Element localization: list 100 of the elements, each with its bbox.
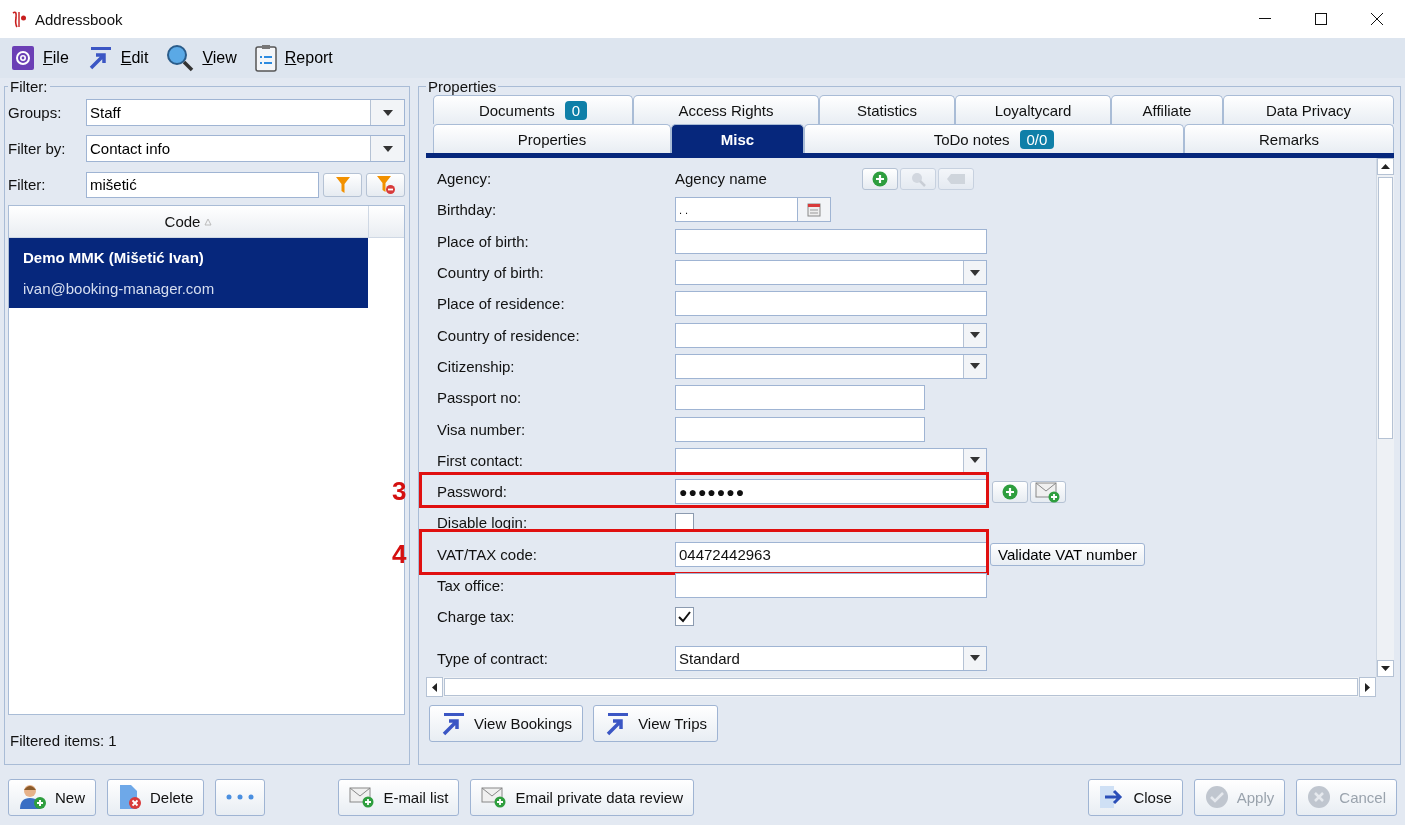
app-logo-icon	[11, 10, 27, 28]
field-label: Place of birth:	[437, 232, 530, 250]
view-button[interactable]: View Trips	[593, 705, 719, 742]
field-label: Filter:	[8, 176, 47, 193]
checkbox[interactable]	[675, 607, 694, 627]
dropdown-caret-icon	[970, 269, 980, 276]
check-circle-icon	[1204, 785, 1229, 809]
dropdown[interactable]	[675, 353, 987, 379]
field-label: Groups:	[8, 104, 63, 121]
date-field[interactable]: . .	[675, 197, 798, 223]
tab[interactable]: Documents 0	[433, 95, 633, 124]
tab[interactable]: Statistics	[819, 95, 955, 124]
action-button[interactable]: E-mail list	[338, 778, 460, 816]
contact-email: ivan@booking-manager.com	[23, 280, 216, 297]
scroll-down-icon[interactable]	[1381, 666, 1390, 671]
menu-item[interactable]: Report	[254, 44, 333, 72]
dropdown[interactable]	[675, 322, 987, 348]
tab[interactable]: Data Privacy	[1223, 95, 1394, 124]
window-title: Addressbook	[35, 10, 123, 28]
arrow-icon	[604, 711, 631, 736]
text-field[interactable]: 04472442963	[675, 541, 987, 567]
envelope-plus-icon	[481, 786, 508, 808]
apply-filter-button[interactable]	[323, 172, 362, 197]
dropdown[interactable]: Contact info	[86, 135, 405, 162]
action-button[interactable]: Close	[1088, 778, 1183, 816]
field-label: Country of birth:	[437, 264, 545, 282]
field-label: Tax office:	[437, 577, 506, 594]
password-field[interactable]: ●●●●●●●	[675, 479, 987, 505]
vertical-scrollbar[interactable]	[1376, 158, 1394, 677]
cancel-circle-icon	[1307, 785, 1332, 809]
tab[interactable]: Properties	[433, 124, 671, 153]
dropdown-caret-icon	[970, 457, 980, 464]
field-label: Filter by:	[8, 140, 67, 157]
menu-item[interactable]: File	[11, 45, 69, 71]
menu-item[interactable]: Edit	[86, 46, 149, 70]
field-label: VAT/TAX code:	[437, 545, 539, 563]
field-label: Type of contract:	[437, 649, 549, 667]
arrow-icon	[440, 711, 466, 736]
dots-icon	[226, 794, 255, 800]
add-button[interactable]	[861, 167, 898, 190]
field-label: Passport no:	[437, 389, 523, 407]
scroll-up-icon[interactable]	[1381, 164, 1390, 169]
field-label: Password:	[437, 483, 509, 501]
field-label: Place of residence:	[437, 295, 566, 313]
text-field[interactable]	[675, 573, 987, 598]
add-button[interactable]	[992, 480, 1028, 503]
dropdown[interactable]: Staff	[86, 99, 405, 126]
dropdown[interactable]: Standard	[675, 645, 987, 671]
mail-button[interactable]	[1030, 480, 1066, 503]
search-icon	[166, 44, 195, 72]
table-row[interactable]: Demo MMK (Mišetić Ivan) ivan@booking-manager.com	[9, 238, 368, 308]
dropdown[interactable]	[675, 260, 987, 286]
scroll-right-icon[interactable]	[1365, 682, 1370, 692]
field-label: Visa number:	[437, 420, 527, 438]
text-field[interactable]	[675, 385, 925, 411]
magnifier-icon	[909, 170, 926, 187]
scroll-left-icon[interactable]	[432, 682, 437, 692]
maximize-icon	[1315, 13, 1327, 25]
tab[interactable]: Loyaltycard	[955, 95, 1111, 124]
eraser-icon	[945, 172, 966, 185]
action-button[interactable]: Delete	[107, 778, 205, 816]
dropdown-caret-icon	[970, 363, 980, 370]
menu-item[interactable]: View	[166, 44, 237, 72]
view-button[interactable]: View Bookings	[429, 705, 584, 742]
field-label: Citizenship:	[437, 357, 516, 375]
text-field[interactable]	[675, 291, 987, 317]
tab[interactable]: Misc	[671, 124, 804, 153]
tab[interactable]: Affiliate	[1111, 95, 1223, 124]
person-add-icon	[19, 784, 47, 810]
field-label: Birthday:	[437, 201, 498, 219]
dropdown-caret-icon	[970, 655, 980, 662]
plus-icon	[1002, 483, 1018, 500]
more-button[interactable]	[215, 778, 266, 816]
validate-button[interactable]: Validate VAT number	[990, 542, 1145, 566]
action-button[interactable]: New	[8, 778, 96, 816]
text-field[interactable]	[675, 228, 987, 254]
clipboard-icon	[254, 44, 277, 72]
document-delete-icon	[118, 784, 142, 810]
envelope-plus-icon	[1035, 480, 1061, 503]
callout-number: 3	[392, 475, 407, 506]
minimize-icon	[1259, 18, 1271, 20]
count-badge: 0/0	[1019, 129, 1055, 149]
tab[interactable]: Access Rights	[633, 95, 819, 124]
funnel-icon	[334, 175, 351, 194]
clear-filter-button[interactable]	[366, 172, 405, 197]
calendar-button[interactable]	[798, 197, 831, 223]
field-label: Country of residence:	[437, 326, 581, 344]
status-text: Filtered items: 1	[9, 731, 118, 749]
field-label: First contact:	[437, 451, 524, 469]
close-icon	[1371, 13, 1383, 25]
contact-name: Demo MMK (Mišetić Ivan)	[23, 249, 205, 266]
horizontal-scrollbar[interactable]	[426, 677, 1376, 697]
action-button[interactable]: Email private data review	[470, 778, 694, 816]
dropdown[interactable]	[675, 447, 987, 473]
tab[interactable]: Remarks	[1184, 124, 1394, 153]
text-field[interactable]	[675, 416, 925, 442]
tab[interactable]: ToDo notes 0/0	[804, 124, 1184, 153]
filter-field[interactable]: mišetić	[86, 171, 319, 198]
dropdown-caret-icon	[970, 332, 980, 339]
calendar-icon	[807, 202, 821, 217]
